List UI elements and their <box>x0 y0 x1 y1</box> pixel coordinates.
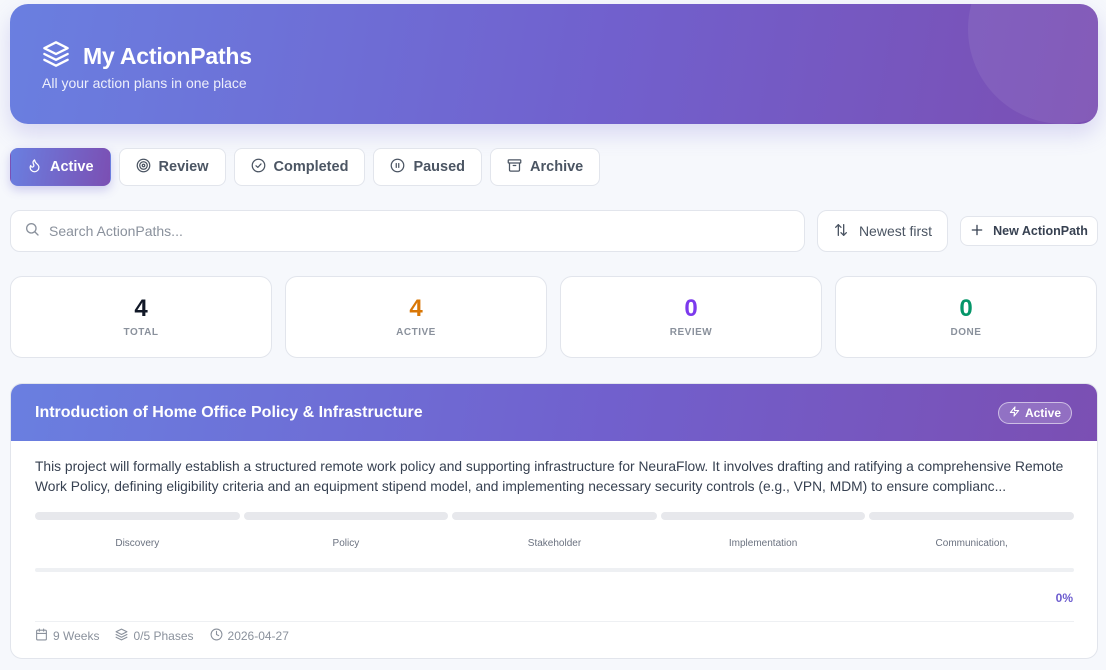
phase-label: Stakeholder <box>527 538 582 549</box>
date-text: 2026-04-27 <box>227 629 289 643</box>
search-box <box>10 210 805 252</box>
phase-bar <box>869 512 1074 520</box>
target-icon <box>136 158 151 177</box>
phase-label: Communication, <box>935 538 1008 549</box>
stat-label: REVIEW <box>669 326 713 338</box>
meta-phases: 0/5 Phases <box>115 628 194 644</box>
tab-completed[interactable]: Completed <box>233 148 366 186</box>
page-header: My ActionPaths All your action plans in … <box>10 4 1098 124</box>
actionpath-card[interactable]: Introduction of Home Office Policy & Inf… <box>10 383 1098 659</box>
stat-active: 4 ACTIVE <box>285 276 547 358</box>
phases-text: 0/5 Phases <box>133 629 194 643</box>
new-button-label: New ActionPath <box>993 224 1088 238</box>
phase-bar <box>452 512 657 520</box>
flame-icon <box>27 158 42 177</box>
tab-label: Review <box>158 159 209 175</box>
tab-review[interactable]: Review <box>118 148 226 186</box>
stat-label: TOTAL <box>123 326 159 338</box>
sort-label: Newest first <box>858 223 933 239</box>
new-actionpath-button[interactable]: New ActionPath <box>960 216 1098 246</box>
sort-button[interactable]: Newest first <box>817 210 948 252</box>
status-badge: Active <box>997 401 1072 424</box>
stats-row: 4 TOTAL 4 ACTIVE 0 REVIEW 0 DONE <box>10 276 1097 358</box>
tab-active[interactable]: Active <box>10 148 111 186</box>
clock-icon <box>210 628 223 644</box>
stat-total: 4 TOTAL <box>10 276 272 358</box>
stat-value: 0 <box>684 294 698 322</box>
stat-value: 4 <box>409 294 423 322</box>
tab-paused[interactable]: Paused <box>373 148 483 186</box>
tab-label: Archive <box>530 159 584 175</box>
tab-label: Paused <box>413 159 466 175</box>
search-icon <box>24 221 40 242</box>
stat-done: 0 DONE <box>835 276 1097 358</box>
archive-icon <box>507 158 522 177</box>
search-input[interactable] <box>49 223 791 239</box>
calendar-icon <box>35 628 48 644</box>
stat-review: 0 REVIEW <box>560 276 822 358</box>
card-meta: 9 Weeks 0/5 Phases 2026-04-27 <box>35 628 289 644</box>
lightning-icon <box>1009 405 1020 420</box>
phase-bars <box>35 512 1074 520</box>
card-description: This project will formally establish a s… <box>35 459 1064 494</box>
decorative-circle <box>968 4 1098 124</box>
layers-icon <box>42 40 70 73</box>
phase-bar <box>35 512 240 520</box>
divider <box>35 621 1074 622</box>
progress-bar <box>35 568 1074 572</box>
status-badge-label: Active <box>1024 405 1061 420</box>
progress-percent: 0% <box>1055 591 1073 605</box>
meta-duration: 9 Weeks <box>35 628 99 644</box>
stat-value: 4 <box>134 294 148 322</box>
phase-bar <box>660 512 866 520</box>
card-title: Introduction of Home Office Policy & Inf… <box>35 403 423 421</box>
plus-icon <box>970 223 984 240</box>
layers-icon <box>115 628 128 644</box>
duration-text: 9 Weeks <box>53 629 100 643</box>
phase-labels: Discovery Policy Stakeholder Implementat… <box>35 538 1074 549</box>
phase-bar <box>243 512 449 520</box>
phase-label: Policy <box>332 538 360 549</box>
page-title: My ActionPaths <box>83 43 252 69</box>
card-header: Introduction of Home Office Policy & Inf… <box>11 384 1097 441</box>
stat-value: 0 <box>959 294 973 322</box>
page-subtitle: All your action plans in one place <box>42 75 247 91</box>
meta-date: 2026-04-27 <box>210 628 289 644</box>
pause-circle-icon <box>390 158 405 177</box>
stat-label: DONE <box>950 326 982 338</box>
sort-arrows-icon <box>833 222 849 241</box>
status-tabs: Active Review Completed Paused Archive <box>10 148 601 186</box>
phase-label: Implementation <box>728 538 798 549</box>
phase-label: Discovery <box>115 538 160 549</box>
check-circle-icon <box>251 158 266 177</box>
stat-label: ACTIVE <box>396 326 436 338</box>
tab-label: Completed <box>273 159 349 175</box>
tab-archive[interactable]: Archive <box>490 148 601 186</box>
tab-label: Active <box>50 159 94 175</box>
